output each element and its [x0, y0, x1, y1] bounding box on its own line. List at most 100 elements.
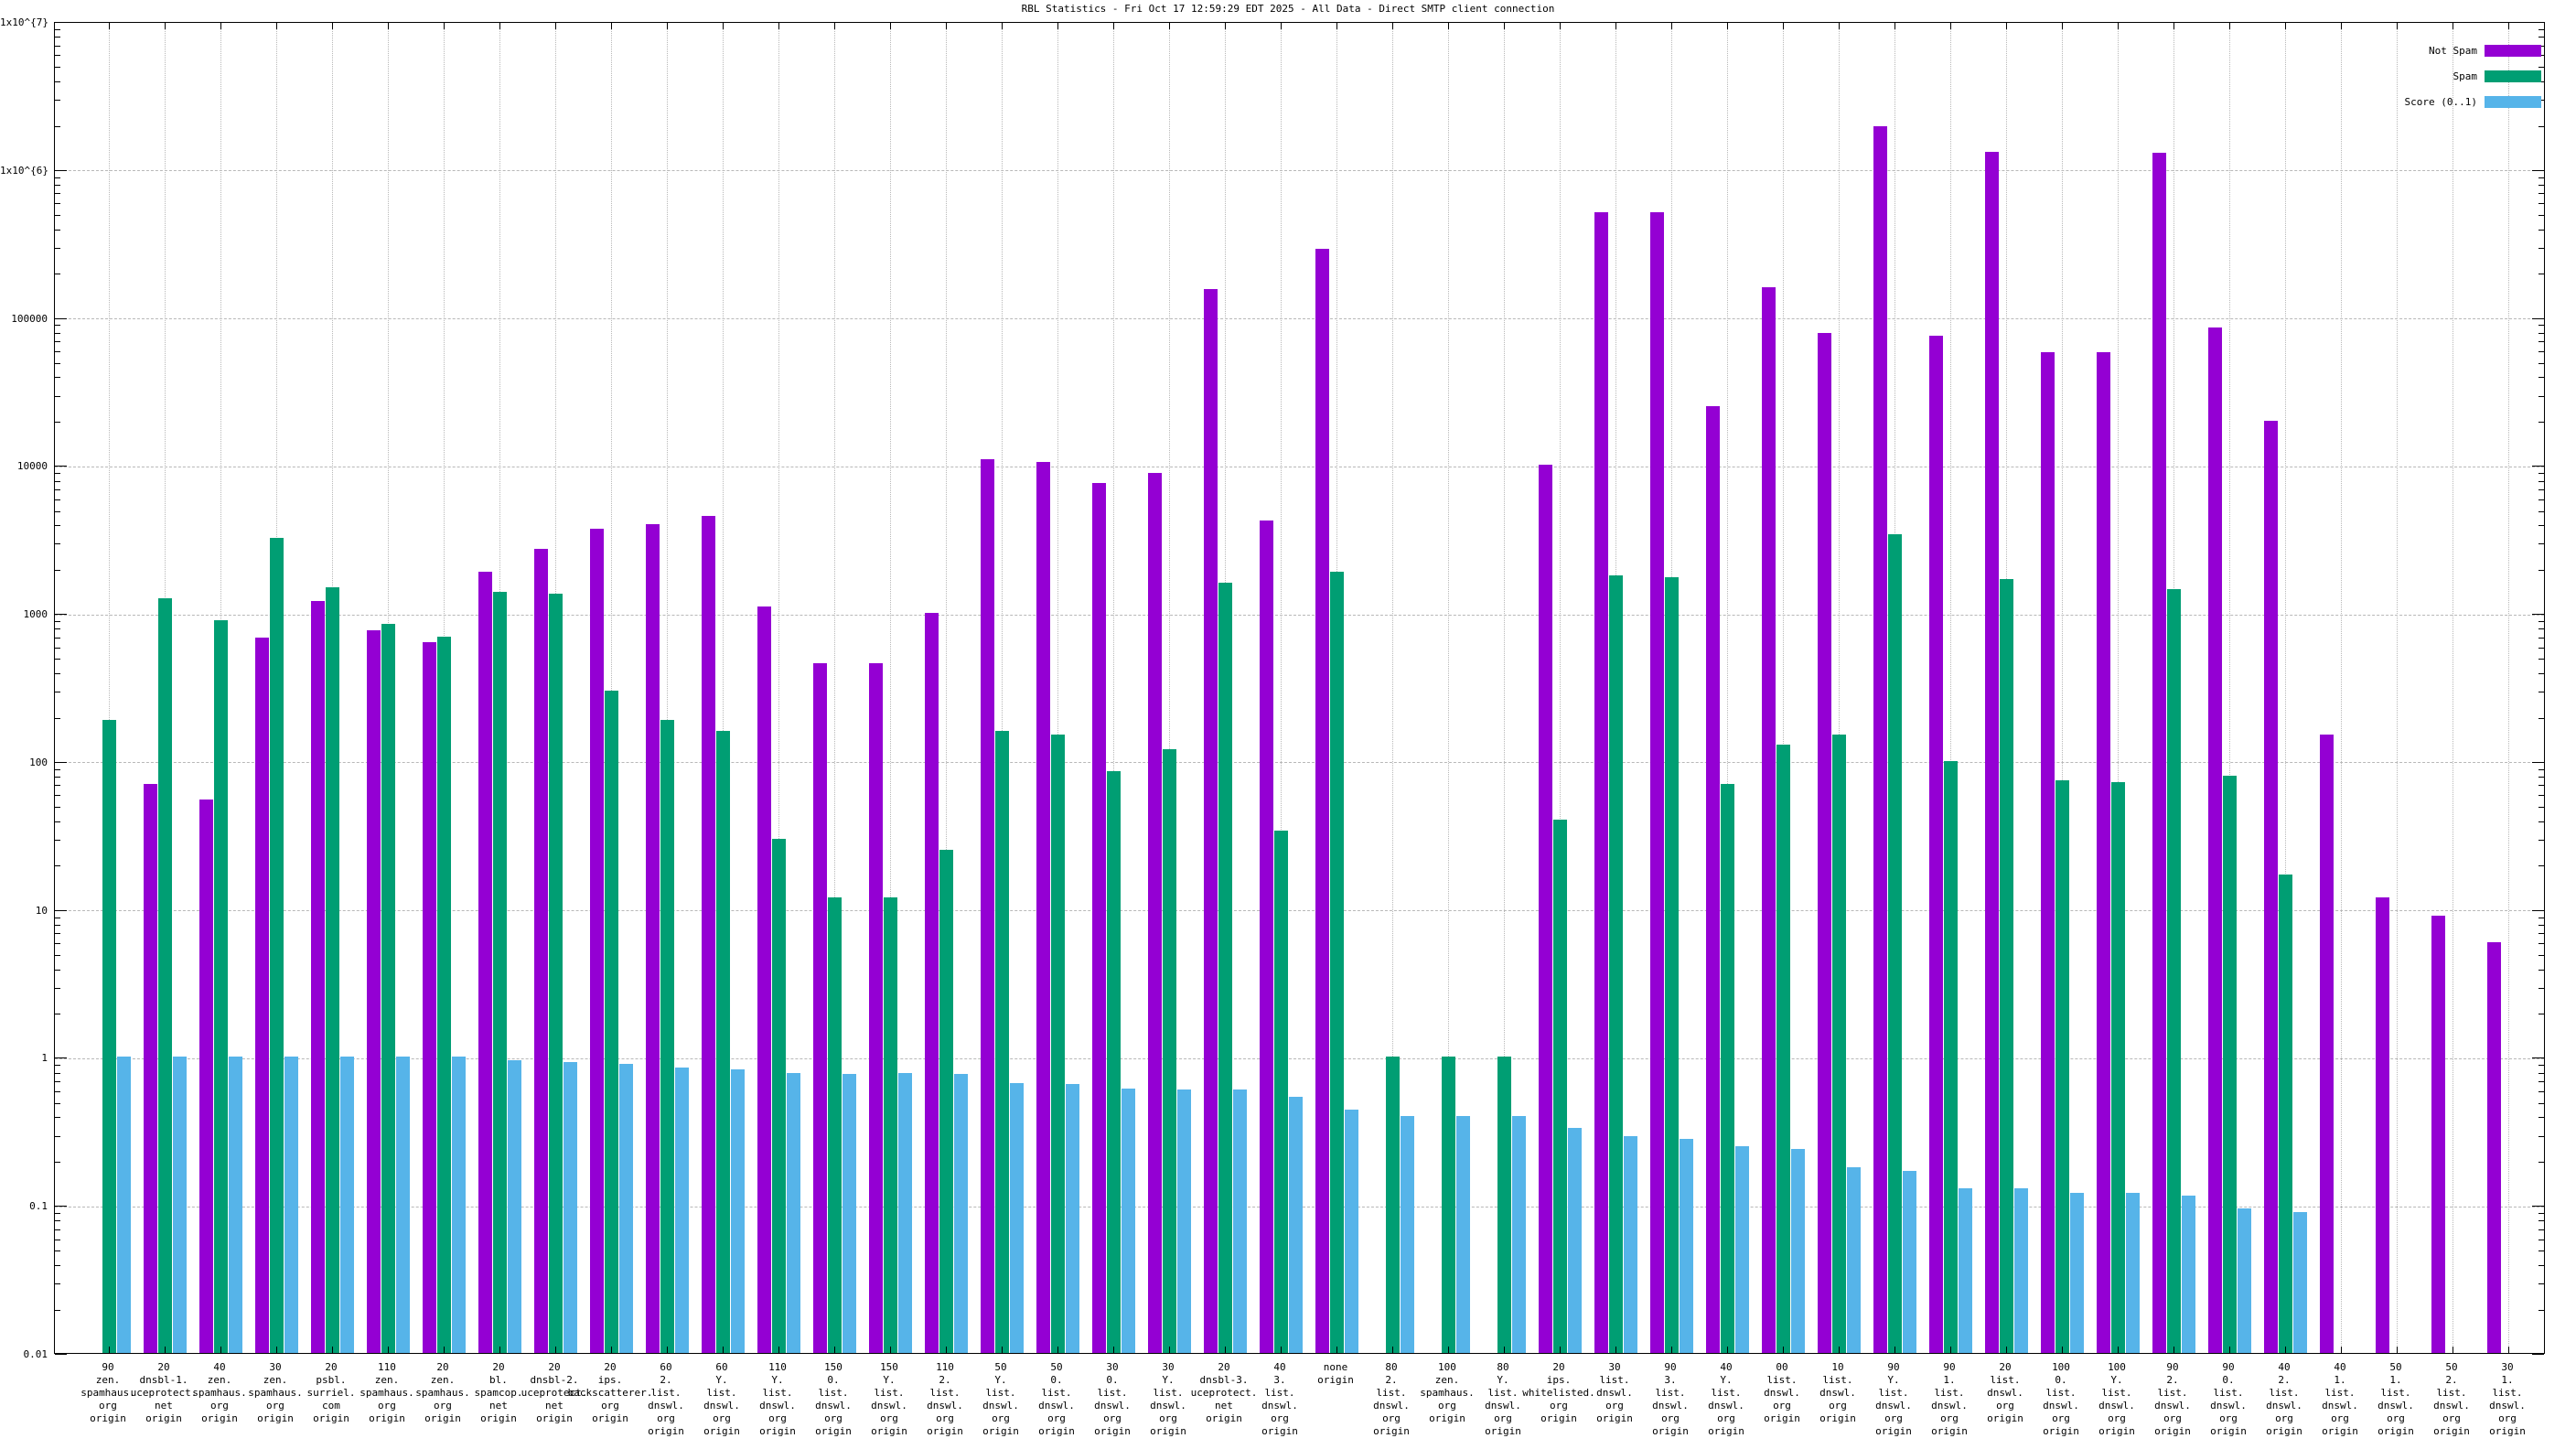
x-tick-label-line: org	[936, 1412, 954, 1424]
x-tick-label-line: org	[1103, 1412, 1122, 1424]
x-tick-label-line: 0.	[2055, 1374, 2067, 1386]
x-tick-label: 20 bl. spamcop. net origin	[475, 1361, 523, 1425]
x-tick-label-line: spamhaus.	[1420, 1387, 1475, 1399]
x-tick-label-line: whitelisted.	[1522, 1387, 1595, 1399]
x-tick-label-line: list.	[1878, 1387, 1909, 1399]
x-tick-label-line: 50	[1050, 1361, 1063, 1373]
x-tick-label-line: origin	[369, 1412, 405, 1424]
x-tick-label-line: uceprotect.	[1190, 1387, 1258, 1399]
x-tick-label: 110 Y. list. dnswl. org origin	[759, 1361, 796, 1438]
x-tick-label-line: 2.	[660, 1374, 672, 1386]
x-tick-label-line: 80	[1385, 1361, 1398, 1373]
x-tick-label-line: org	[1605, 1400, 1624, 1411]
x-tick-label-line: list.	[1376, 1387, 1407, 1399]
x-tick-label-line: list.	[1822, 1374, 1853, 1386]
x-tick-label-line: zen.	[430, 1374, 456, 1386]
x-tick-label-line: list.	[2157, 1387, 2188, 1399]
x-tick-label-line: dnswl.	[2489, 1400, 2526, 1411]
x-tick-label-line: org	[2219, 1412, 2238, 1424]
x-tick-label-line: list.	[2213, 1387, 2244, 1399]
x-tick-label-line: origin	[592, 1412, 628, 1424]
x-tick-label-line: org	[1940, 1412, 1959, 1424]
x-tick-label-line: origin	[480, 1412, 517, 1424]
x-tick-label-line: dnswl.	[1373, 1400, 1410, 1411]
x-tick-label-line: origin	[1485, 1425, 1521, 1437]
x-tick-label-line: origin	[1931, 1425, 1968, 1437]
x-tick-label-line: 30	[2501, 1361, 2514, 1373]
x-tick-label-line: spamhaus.	[80, 1387, 135, 1399]
x-tick-label-line: com	[322, 1400, 340, 1411]
x-tick-label-line: 2.	[939, 1374, 951, 1386]
x-tick-label-line: list.	[1097, 1387, 1128, 1399]
x-tick-label-line: zen.	[263, 1374, 288, 1386]
x-tick-label-line: 00	[1776, 1361, 1788, 1373]
x-tick-label-line: Y.	[994, 1374, 1007, 1386]
x-tick-label-line: 40	[2334, 1361, 2346, 1373]
x-tick-label: 60 Y. list. dnswl. org origin	[703, 1361, 740, 1438]
x-tick-label: 40 1. list. dnswl. org origin	[2322, 1361, 2358, 1438]
x-tick-label-line: 110	[768, 1361, 787, 1373]
x-tick-label-line: net	[489, 1400, 508, 1411]
x-tick-label-line: 2.	[2166, 1374, 2179, 1386]
x-tick-label-line: list.	[1264, 1387, 1295, 1399]
x-tick-label-line: dnsbl-3.	[1199, 1374, 1249, 1386]
x-tick-label-line: org	[713, 1412, 731, 1424]
x-tick-label-line: org	[657, 1412, 675, 1424]
x-tick-label-line: org	[1661, 1412, 1680, 1424]
x-tick-label-line: dnswl.	[2377, 1400, 2414, 1411]
x-tick-label-line: surriel.	[306, 1387, 356, 1399]
x-tick-label-line: spamhaus.	[248, 1387, 303, 1399]
x-tick-label: 40 zen. spamhaus. org origin	[192, 1361, 247, 1425]
x-tick-label-line: org	[601, 1400, 619, 1411]
x-tick-label-line: org	[2498, 1412, 2517, 1424]
x-tick-label: 40 Y. list. dnswl. org origin	[1708, 1361, 1744, 1438]
x-tick-label: 50 0. list. dnswl. org origin	[1038, 1361, 1075, 1438]
x-tick-label-line: dnswl.	[2098, 1400, 2135, 1411]
x-tick-label-line: 90	[1664, 1361, 1677, 1373]
x-tick-label-line: uceprotect.	[130, 1387, 198, 1399]
x-tick-label-line: list.	[929, 1387, 961, 1399]
x-tick-label-line: org	[1382, 1412, 1401, 1424]
x-tick-label-line: list.	[985, 1387, 1016, 1399]
x-tick-label-line: dnswl.	[1652, 1400, 1689, 1411]
x-tick-label-line: list.	[1041, 1387, 1072, 1399]
x-tick-label-line: list.	[706, 1387, 737, 1399]
x-tick-label-line: dnswl.	[2266, 1400, 2302, 1411]
x-tick-label-line: dnswl.	[815, 1400, 852, 1411]
x-tick-label-line: list.	[2380, 1387, 2411, 1399]
x-tick-label-line: org	[2108, 1412, 2126, 1424]
x-tick-label: 20 psbl. surriel. com origin	[307, 1361, 356, 1425]
x-tick-label-line: 50	[2445, 1361, 2458, 1373]
x-tick-label-line: org	[2163, 1412, 2182, 1424]
x-tick-label: 30 1. list. dnswl. org origin	[2489, 1361, 2526, 1438]
x-tick-label-line: Y.	[1162, 1374, 1175, 1386]
x-tick-label-line: org	[1884, 1412, 1903, 1424]
x-tick-label: 10 list. dnswl. org origin	[1819, 1361, 1856, 1425]
x-tick-label: 90 3. list. dnswl. org origin	[1652, 1361, 1689, 1438]
x-tick-label-line: origin	[1596, 1412, 1633, 1424]
x-tick-label-line: origin	[257, 1412, 294, 1424]
x-tick-label-line: 60	[660, 1361, 672, 1373]
x-tick-label-line: 100	[2052, 1361, 2070, 1373]
x-tick-label-line: zen.	[374, 1374, 400, 1386]
x-tick-label-line: 40	[1273, 1361, 1286, 1373]
x-tick-label: 60 2. list. dnswl. org origin	[648, 1361, 684, 1438]
x-tick-label-line: origin	[1206, 1412, 1242, 1424]
x-tick-label-line: 1.	[2334, 1374, 2346, 1386]
x-tick-label-line: dnswl.	[982, 1400, 1019, 1411]
x-tick-label: 20 ips. backscatterer. org origin	[568, 1361, 653, 1425]
x-tick-label-line: origin	[1708, 1425, 1744, 1437]
x-tick-label-line: 1.	[2501, 1374, 2514, 1386]
x-tick-label-line: origin	[1373, 1425, 1410, 1437]
x-tick-label-line: org	[1159, 1412, 1177, 1424]
x-tick-label-line: list.	[818, 1387, 849, 1399]
x-tick-label-line: 1.	[2389, 1374, 2402, 1386]
x-tick-label: 90 Y. list. dnswl. org origin	[1875, 1361, 1912, 1438]
x-tick-label-line: org	[1494, 1412, 1512, 1424]
x-tick-label-line: dnswl.	[1094, 1400, 1131, 1411]
x-tick-label-line: origin	[1038, 1425, 1075, 1437]
x-tick-label-line: Y.	[1887, 1374, 1900, 1386]
x-tick-label-line: origin	[815, 1425, 852, 1437]
x-tick-label-line: 30	[269, 1361, 282, 1373]
x-tick-label-line: list.	[2269, 1387, 2300, 1399]
